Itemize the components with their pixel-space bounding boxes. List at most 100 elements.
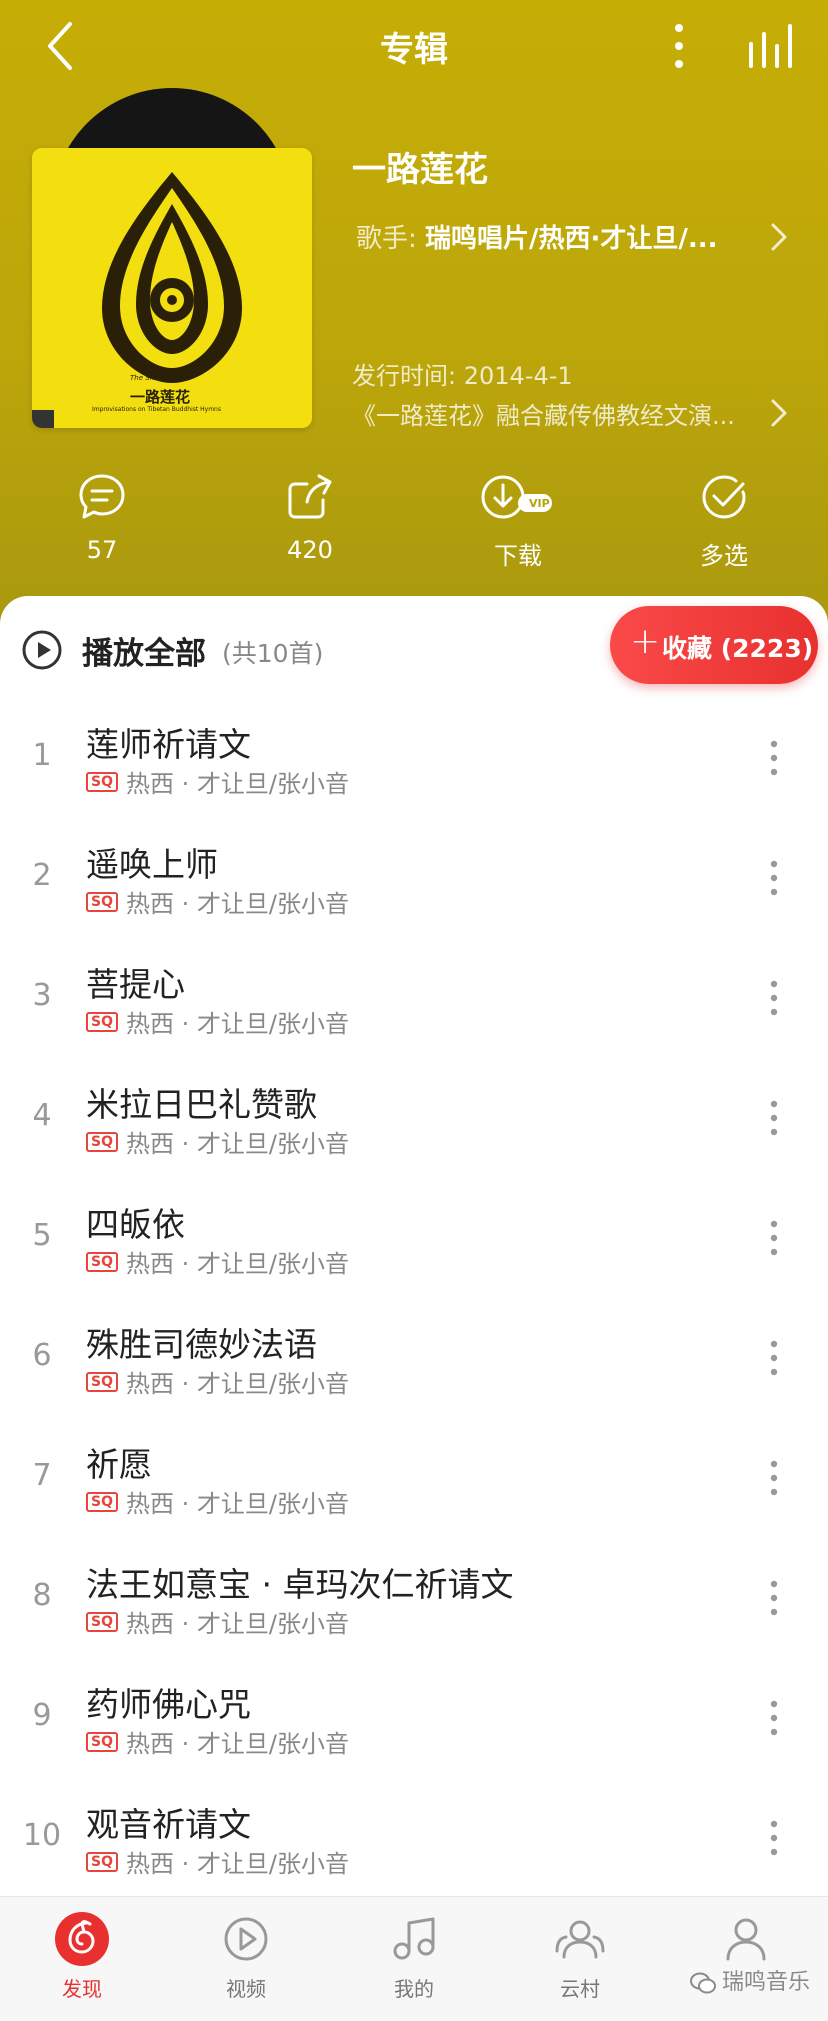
plus-icon: + (630, 621, 661, 662)
chevron-right-icon[interactable] (770, 398, 788, 428)
track-number: 7 (32, 1458, 52, 1493)
nav-label: 视频 (226, 1977, 266, 2001)
chevron-right-icon[interactable] (770, 222, 788, 252)
album-cover[interactable]: 一路莲花 The Snow Lotus Improvisations on Ti… (32, 148, 312, 428)
more-vertical-icon[interactable] (764, 1218, 784, 1258)
more-vertical-icon[interactable] (764, 1818, 784, 1858)
top-bar: 专辑 (0, 0, 828, 92)
cover-subtitle-en: Improvisations on Tibetan Buddhist Hymns (92, 406, 221, 413)
account-icon (726, 1918, 766, 1961)
sq-quality-badge: SQ (86, 772, 118, 792)
friends-icon (555, 1920, 605, 1959)
track-count: (共10首) (222, 639, 324, 668)
track-number: 2 (32, 858, 52, 893)
track-artist: 热西 · 才让旦/张小音 (126, 1250, 349, 1278)
track-title: 药师佛心咒 (86, 1685, 251, 1724)
nav-label: 我的 (394, 1977, 434, 2001)
sq-quality-badge: SQ (86, 1132, 118, 1152)
track-row[interactable]: 8 法王如意宝 · 卓玛次仁祈请文 SQ 热西 · 才让旦/张小音 (0, 1540, 828, 1660)
artist-row[interactable]: 歌手: 瑞鸣唱片/热西·才让旦/... (356, 218, 796, 258)
nav-label: 云村 (560, 1977, 600, 2001)
track-row[interactable]: 5 四皈依 SQ 热西 · 才让旦/张小音 (0, 1180, 828, 1300)
track-number: 3 (32, 978, 52, 1013)
play-circle-icon (22, 630, 62, 670)
sq-quality-badge: SQ (86, 892, 118, 912)
vip-badge: VIP (529, 497, 550, 510)
share-count: 420 (287, 536, 333, 564)
bottom-nav: 发现 视频 我的 云村 (0, 1896, 828, 2021)
track-title: 四皈依 (86, 1205, 185, 1244)
track-title: 法王如意宝 · 卓玛次仁祈请文 (86, 1565, 514, 1604)
comment-count: 57 (86, 536, 118, 564)
share-button[interactable]: 420 (250, 472, 370, 564)
wechat-icon (690, 1972, 716, 1994)
track-row[interactable]: 10 观音祈请文 SQ 热西 · 才让旦/张小音 (0, 1780, 828, 1900)
play-all-label: 播放全部 (82, 636, 206, 672)
equalizer-icon[interactable] (745, 22, 797, 70)
track-number: 9 (32, 1698, 52, 1733)
cover-title-en: The Snow Lotus (130, 374, 186, 382)
cover-title: 一路莲花 (130, 388, 191, 406)
music-note-icon (393, 1917, 435, 1960)
track-title: 遥唤上师 (86, 845, 218, 884)
track-row[interactable]: 6 殊胜司德妙法语 SQ 热西 · 才让旦/张小音 (0, 1300, 828, 1420)
track-row[interactable]: 1 莲师祈请文 SQ 热西 · 才让旦/张小音 (0, 700, 828, 820)
track-row[interactable]: 3 菩提心 SQ 热西 · 才让旦/张小音 (0, 940, 828, 1060)
nav-video[interactable]: 视频 (186, 1911, 306, 2002)
watermark: 瑞鸣音乐 (690, 1964, 810, 1996)
nav-discover[interactable]: 发现 (22, 1911, 142, 2002)
track-number: 10 (22, 1818, 62, 1853)
video-icon (224, 1917, 268, 1961)
sq-quality-badge: SQ (86, 1252, 118, 1272)
track-row[interactable]: 9 药师佛心咒 SQ 热西 · 才让旦/张小音 (0, 1660, 828, 1780)
more-vertical-icon[interactable] (764, 1098, 784, 1138)
track-list: 1 莲师祈请文 SQ 热西 · 才让旦/张小音 2 遥唤上师 SQ 热西 · 才… (0, 700, 828, 1900)
track-number: 1 (32, 738, 52, 773)
track-row[interactable]: 4 米拉日巴礼赞歌 SQ 热西 · 才让旦/张小音 (0, 1060, 828, 1180)
more-vertical-icon[interactable] (664, 20, 694, 72)
more-vertical-icon[interactable] (764, 978, 784, 1018)
nav-village[interactable]: 云村 (520, 1911, 640, 2002)
sq-quality-badge: SQ (86, 1852, 118, 1872)
track-number: 6 (32, 1338, 52, 1373)
track-number: 4 (32, 1098, 52, 1133)
track-title: 菩提心 (86, 965, 185, 1004)
collect-button[interactable]: + 收藏 (2223) (610, 606, 818, 684)
download-button[interactable]: VIP 下载 (458, 472, 578, 571)
more-vertical-icon[interactable] (764, 1698, 784, 1738)
track-artist: 热西 · 才让旦/张小音 (126, 1610, 349, 1638)
more-vertical-icon[interactable] (764, 1578, 784, 1618)
track-artist: 热西 · 才让旦/张小音 (126, 1490, 349, 1518)
track-artist: 热西 · 才让旦/张小音 (126, 1370, 349, 1398)
track-number: 8 (32, 1578, 52, 1613)
nav-account[interactable] (686, 1911, 806, 1967)
multi-select-button[interactable]: 多选 (664, 472, 784, 571)
track-title: 殊胜司德妙法语 (86, 1325, 317, 1364)
track-artist: 热西 · 才让旦/张小音 (126, 890, 349, 918)
track-artist: 热西 · 才让旦/张小音 (126, 1850, 349, 1878)
nav-mine[interactable]: 我的 (354, 1911, 474, 2002)
artist-prefix: 歌手: (356, 224, 426, 254)
more-vertical-icon[interactable] (764, 1458, 784, 1498)
album-description[interactable]: 《一路莲花》融合藏传佛教经文演... (352, 396, 752, 431)
track-artist: 热西 · 才让旦/张小音 (126, 1730, 349, 1758)
sq-quality-badge: SQ (86, 1372, 118, 1392)
discover-icon (55, 1912, 109, 1966)
artist-names: 瑞鸣唱片/热西·才让旦/... (425, 224, 718, 254)
track-artist: 热西 · 才让旦/张小音 (126, 770, 349, 798)
more-vertical-icon[interactable] (764, 1338, 784, 1378)
track-number: 5 (32, 1218, 52, 1253)
more-vertical-icon[interactable] (764, 738, 784, 778)
comment-icon (79, 474, 125, 519)
track-title: 观音祈请文 (86, 1805, 251, 1844)
more-vertical-icon[interactable] (764, 858, 784, 898)
track-artist: 热西 · 才让旦/张小音 (126, 1010, 349, 1038)
track-row[interactable]: 7 祈愿 SQ 热西 · 才让旦/张小音 (0, 1420, 828, 1540)
track-row[interactable]: 2 遥唤上师 SQ 热西 · 才让旦/张小音 (0, 820, 828, 940)
release-date: 发行时间: 2014-4-1 (352, 362, 573, 390)
download-label: 下载 (494, 542, 542, 570)
share-icon (288, 474, 332, 519)
album-name: 一路莲花 (352, 150, 488, 190)
multi-select-label: 多选 (700, 542, 748, 570)
comment-button[interactable]: 57 (42, 472, 162, 564)
